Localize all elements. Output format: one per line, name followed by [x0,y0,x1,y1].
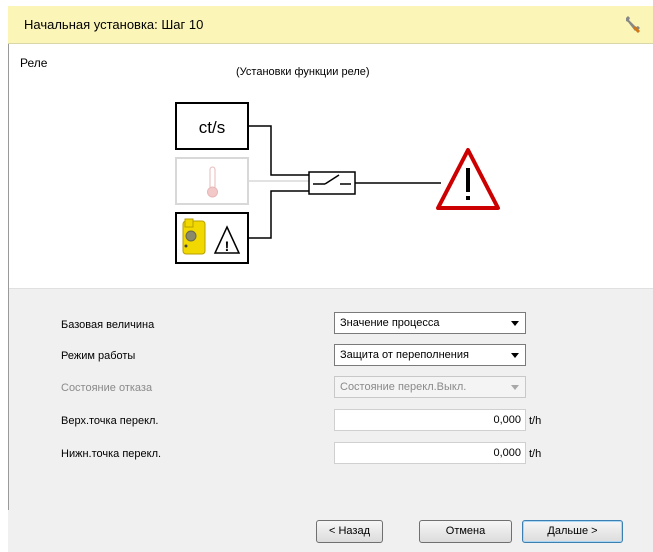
lower-point-label: Нижн.точка перекл. [61,448,162,460]
back-button[interactable]: < Назад [316,520,383,543]
input-label: ct/s [199,118,225,137]
mode-dropdown[interactable]: Защита от переполнения [334,344,526,366]
relay-panel: Реле (Установки функции реле) ct/s ! [9,44,653,288]
fault-state-dropdown: Состояние перекл.Выкл. [334,376,526,398]
warning-icon [436,148,500,210]
base-value-selected: Значение процесса [340,317,440,329]
wrench-icon[interactable] [623,15,641,33]
dropdown-arrow-icon [511,353,519,358]
button-bar: < Назад Отмена Дальше > [8,510,653,552]
wizard-header: Начальная установка: Шаг 10 [8,6,653,44]
next-button[interactable]: Дальше > [522,520,623,543]
lower-point-input[interactable]: 0,000 [334,442,526,464]
fault-state-label: Состояние отказа [61,382,153,394]
relay-diagram: ct/s ! [175,102,500,264]
upper-point-input[interactable]: 0,000 [334,409,526,431]
cancel-button[interactable]: Отмена [419,520,512,543]
mode-label: Режим работы [61,350,136,362]
svg-text:!: ! [225,238,230,254]
lower-point-unit: t/h [529,448,542,460]
upper-point-unit: t/h [529,415,542,427]
base-value-dropdown[interactable]: Значение процесса [334,312,526,334]
wizard-title: Начальная установка: Шаг 10 [24,17,204,32]
thermometer-icon [175,157,249,205]
base-value-label: Базовая величина [61,319,155,331]
sensor-fault-icon: ! [175,212,249,264]
dropdown-arrow-icon [511,321,519,326]
relay-switch-icon [308,171,356,195]
dropdown-arrow-icon [511,385,519,390]
mode-selected: Защита от переполнения [340,349,469,361]
settings-form: Базовая величина Значение процесса Режим… [9,288,653,510]
upper-point-label: Верх.точка перекл. [61,415,159,427]
fault-state-selected: Состояние перекл.Выкл. [340,381,467,393]
